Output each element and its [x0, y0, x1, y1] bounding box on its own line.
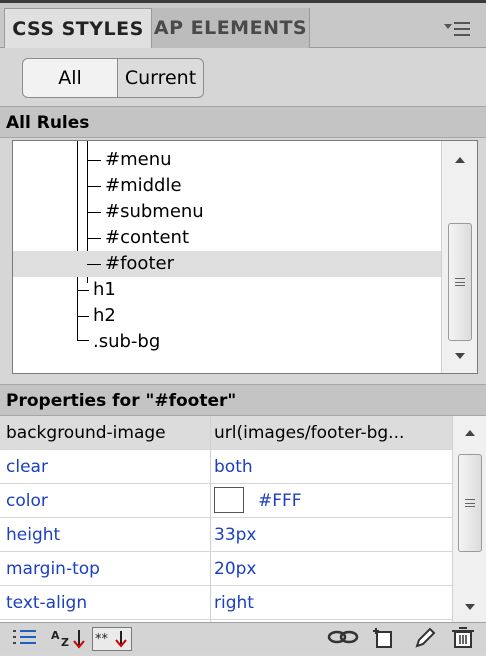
- delete-rule-icon[interactable]: [448, 627, 478, 651]
- column-divider: [210, 416, 211, 622]
- rules-scrollbar[interactable]: [441, 141, 477, 373]
- tree-connector: [87, 186, 101, 187]
- property-value[interactable]: url(images/footer-bg...: [214, 416, 452, 450]
- all-rules-header: All Rules: [0, 106, 486, 138]
- grip-icon: [465, 499, 475, 507]
- properties-table: background-image url(images/footer-bg...…: [0, 416, 486, 622]
- property-row[interactable]: text-align right: [0, 586, 452, 620]
- grip-icon: [455, 278, 465, 286]
- menu-dropdown-triangle: [444, 24, 452, 29]
- current-button[interactable]: Current: [118, 58, 204, 98]
- category-view-icon[interactable]: [10, 627, 40, 651]
- tree-connector: [77, 316, 89, 317]
- property-name: height: [6, 525, 61, 545]
- property-row[interactable]: background-image url(images/footer-bg...: [0, 416, 452, 450]
- panel-menu-icon[interactable]: [444, 22, 472, 38]
- svg-text:A: A: [51, 629, 60, 642]
- property-name: color: [6, 491, 48, 511]
- rule-item[interactable]: #submenu: [13, 199, 443, 225]
- attach-stylesheet-icon[interactable]: [326, 627, 360, 651]
- scroll-down-icon[interactable]: [455, 353, 465, 359]
- svg-text:**: **: [95, 632, 109, 647]
- edit-rule-icon[interactable]: [410, 627, 440, 651]
- property-row[interactable]: color #FFF: [0, 484, 452, 518]
- bottom-toolbar: A Z **: [0, 622, 486, 655]
- panel-top-edge: [0, 0, 486, 3]
- scroll-down-icon[interactable]: [465, 604, 475, 610]
- scroll-thumb[interactable]: [458, 454, 482, 552]
- property-name: clear: [6, 457, 48, 477]
- tree-connector: [87, 238, 101, 239]
- property-row[interactable]: margin-top 20px: [0, 552, 452, 586]
- tree-connector: [87, 212, 101, 213]
- menu-lines-icon: [454, 22, 470, 36]
- rule-item[interactable]: #content: [13, 225, 443, 251]
- property-value[interactable]: right: [214, 586, 452, 620]
- property-row[interactable]: clear both: [0, 450, 452, 484]
- property-value[interactable]: 33px: [214, 518, 452, 552]
- svg-text:Z: Z: [61, 636, 69, 649]
- set-properties-only-icon[interactable]: **: [92, 627, 132, 651]
- properties-header: Properties for "#footer": [0, 384, 486, 416]
- property-row[interactable]: height 33px: [0, 518, 452, 552]
- rule-item[interactable]: .sub-bg: [13, 329, 443, 355]
- property-name: margin-top: [6, 559, 100, 579]
- rule-item-selected[interactable]: #footer: [13, 251, 443, 277]
- tree-connector: [87, 264, 101, 265]
- rule-item[interactable]: h2: [13, 303, 443, 329]
- property-value[interactable]: 20px: [214, 552, 452, 586]
- new-css-rule-icon[interactable]: [370, 627, 400, 651]
- tree-connector: [87, 160, 101, 161]
- rule-item[interactable]: #menu: [13, 147, 443, 173]
- alphabetical-view-icon[interactable]: A Z: [48, 627, 90, 651]
- scroll-up-icon[interactable]: [455, 157, 465, 163]
- rule-item[interactable]: #middle: [13, 173, 443, 199]
- property-name: background-image: [6, 423, 166, 443]
- tab-ap-elements[interactable]: AP ELEMENTS: [152, 8, 310, 48]
- color-swatch[interactable]: [214, 486, 244, 513]
- scroll-thumb[interactable]: [448, 223, 472, 341]
- rule-item[interactable]: h1: [13, 277, 443, 303]
- properties-scrollbar[interactable]: [452, 416, 486, 622]
- property-name: text-align: [6, 593, 88, 613]
- scroll-up-icon[interactable]: [465, 430, 475, 436]
- tab-css-styles[interactable]: CSS STYLES: [4, 8, 152, 48]
- all-button[interactable]: All: [22, 58, 118, 98]
- tree-connector: [77, 290, 89, 291]
- property-value[interactable]: #FFF: [214, 484, 452, 518]
- property-value[interactable]: both: [214, 450, 452, 484]
- all-rules-tree: #menu #middle #submenu #content #footer …: [12, 140, 478, 374]
- tree-connector: [77, 340, 89, 341]
